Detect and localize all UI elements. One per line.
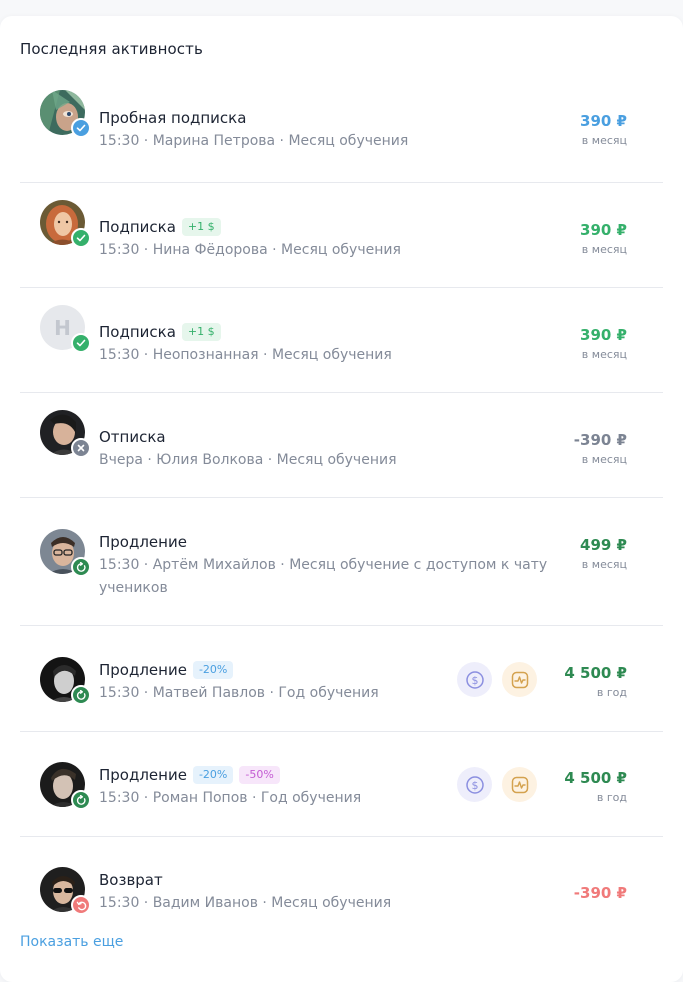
list-item[interactable]: Возврат 15:30 · Вадим Иванов · Месяц обу… bbox=[20, 837, 663, 937]
item-price: 390 ₽ в месяц bbox=[580, 221, 627, 256]
close-icon bbox=[71, 438, 91, 458]
recent-activity-card: Последняя активность Пробная подписка 15… bbox=[0, 16, 683, 982]
discount-tag: -20% bbox=[192, 661, 234, 679]
svg-text:$: $ bbox=[471, 674, 478, 687]
avatar bbox=[40, 762, 91, 810]
item-meta: 15:30 · Артём Михайлов · Месяц обучение … bbox=[99, 557, 548, 596]
renew-icon bbox=[71, 557, 91, 577]
list-item[interactable]: Пробная подписка 15:30 · Марина Петрова … bbox=[20, 74, 663, 183]
show-more-link[interactable]: Показать еще bbox=[20, 934, 123, 950]
item-meta: 15:30 · Марина Петрова · Месяц обучения bbox=[99, 133, 409, 149]
item-price: -390 ₽ в месяц bbox=[574, 431, 627, 466]
item-price: 390 ₽ в месяц bbox=[580, 112, 627, 147]
list-item[interactable]: Продление -20% -50% 15:30 · Роман Попов … bbox=[20, 732, 663, 837]
price-amount: 390 ₽ bbox=[580, 326, 627, 344]
list-item[interactable]: Продление -20% 15:30 · Матвей Павлов · Г… bbox=[20, 626, 663, 732]
item-actions: $ bbox=[457, 662, 537, 697]
price-amount: -390 ₽ bbox=[573, 884, 627, 902]
item-price: 499 ₽ в месяц bbox=[580, 536, 627, 571]
avatar bbox=[40, 867, 91, 915]
price-amount: 4 500 ₽ bbox=[564, 664, 627, 682]
item-price: -390 ₽ bbox=[574, 884, 627, 902]
price-period: в месяц bbox=[581, 453, 627, 466]
check-icon bbox=[71, 228, 91, 248]
item-name: Продление bbox=[99, 533, 187, 551]
avatar bbox=[40, 529, 91, 577]
price-amount: 390 ₽ bbox=[580, 221, 627, 239]
item-title: Подписка bbox=[99, 323, 176, 341]
bonus-tag: +1 $ bbox=[181, 323, 221, 341]
dollar-icon[interactable]: $ bbox=[457, 767, 492, 802]
list-item[interactable]: Продление 15:30 · Артём Михайлов · Месяц… bbox=[20, 498, 663, 626]
renew-icon bbox=[71, 790, 91, 810]
list-item[interactable]: Подписка +1 $ 15:30 · Нина Фёдорова · Ме… bbox=[20, 183, 663, 288]
renew-icon bbox=[71, 685, 91, 705]
item-title: Отписка bbox=[99, 428, 166, 446]
price-period: в месяц bbox=[581, 348, 627, 361]
item-actions: $ bbox=[457, 767, 537, 802]
price-amount: 4 500 ₽ bbox=[564, 769, 627, 787]
item-name: Подписка +1 $ bbox=[99, 323, 221, 341]
item-name: Отписка bbox=[99, 428, 166, 446]
item-price: 390 ₽ в месяц bbox=[580, 326, 627, 361]
price-amount: 390 ₽ bbox=[580, 112, 627, 130]
bonus-tag: +1 $ bbox=[181, 218, 221, 236]
item-price: 4 500 ₽ в год bbox=[564, 769, 627, 804]
avatar bbox=[40, 90, 91, 138]
item-meta: 15:30 · Неопознанная · Месяц обучения bbox=[99, 347, 392, 363]
item-name: Возврат bbox=[99, 871, 163, 889]
price-amount: 499 ₽ bbox=[580, 536, 627, 554]
activity-list: Пробная подписка 15:30 · Марина Петрова … bbox=[20, 74, 663, 937]
price-period: в месяц bbox=[581, 558, 627, 571]
pulse-icon[interactable] bbox=[502, 767, 537, 802]
pulse-icon[interactable] bbox=[502, 662, 537, 697]
item-title: Пробная подписка bbox=[99, 109, 247, 127]
item-title: Подписка bbox=[99, 218, 176, 236]
item-meta: 15:30 · Нина Фёдорова · Месяц обучения bbox=[99, 242, 401, 258]
price-period: в месяц bbox=[581, 243, 627, 256]
price-period: в год bbox=[596, 791, 627, 804]
svg-text:$: $ bbox=[471, 779, 478, 792]
dollar-icon[interactable]: $ bbox=[457, 662, 492, 697]
item-title: Продление bbox=[99, 766, 187, 784]
avatar bbox=[40, 410, 91, 458]
check-icon bbox=[71, 118, 91, 138]
item-meta: 15:30 · Вадим Иванов · Месяц обучения bbox=[99, 895, 392, 911]
item-title: Продление bbox=[99, 533, 187, 551]
card-title: Последняя активность bbox=[20, 40, 203, 58]
avatar: Н bbox=[40, 305, 91, 353]
price-amount: -390 ₽ bbox=[573, 431, 627, 449]
avatar bbox=[40, 657, 91, 705]
item-name: Продление -20% -50% bbox=[99, 766, 280, 784]
price-period: в год bbox=[596, 686, 627, 699]
discount-tag: -20% bbox=[192, 766, 234, 784]
item-price: 4 500 ₽ в год bbox=[564, 664, 627, 699]
item-name: Продление -20% bbox=[99, 661, 234, 679]
price-period: в месяц bbox=[581, 134, 627, 147]
check-icon bbox=[71, 333, 91, 353]
undo-icon bbox=[71, 895, 91, 915]
item-meta: Вчера · Юлия Волкова · Месяц обучения bbox=[99, 452, 397, 468]
item-name: Подписка +1 $ bbox=[99, 218, 221, 236]
list-item[interactable]: Н Подписка +1 $ 15:30 · Неопознанная · М… bbox=[20, 288, 663, 393]
discount-tag: -50% bbox=[239, 766, 280, 784]
item-title: Возврат bbox=[99, 871, 163, 889]
item-name: Пробная подписка bbox=[99, 109, 246, 127]
item-title: Продление bbox=[99, 661, 187, 679]
avatar bbox=[40, 200, 91, 248]
list-item[interactable]: Отписка Вчера · Юлия Волкова · Месяц обу… bbox=[20, 393, 663, 498]
